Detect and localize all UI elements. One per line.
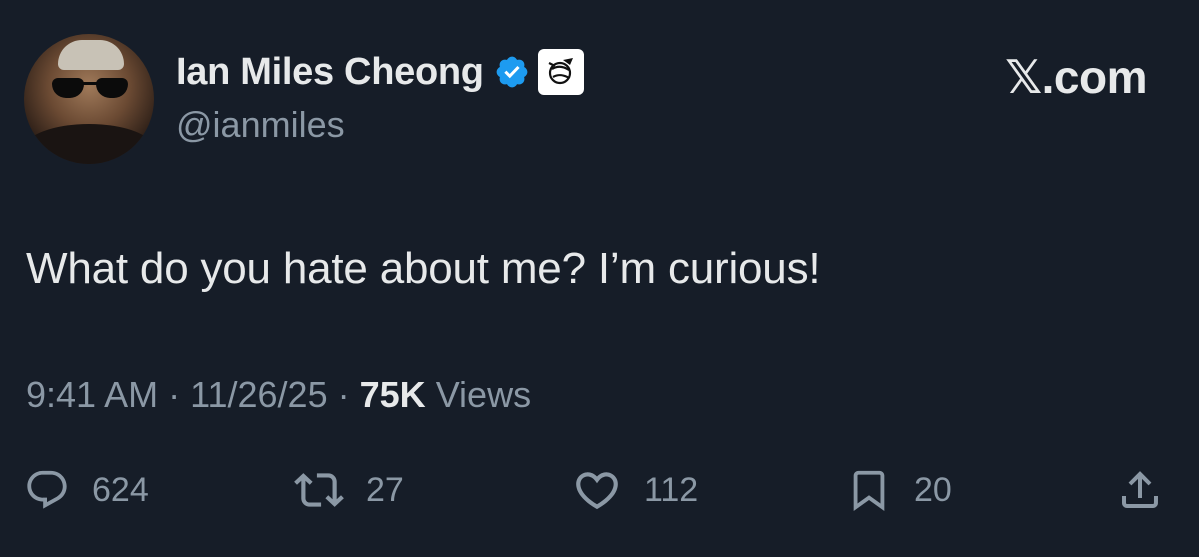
post-card: Ian Miles Cheong @ianmiles 𝕏.com What do… xyxy=(0,0,1199,557)
repost-icon xyxy=(294,473,344,507)
post-text: What do you hate about me? I’m curious! xyxy=(26,244,821,293)
author-display-name[interactable]: Ian Miles Cheong xyxy=(176,51,484,94)
share-button[interactable] xyxy=(1116,462,1164,518)
reply-count: 624 xyxy=(92,470,149,509)
views-label: Views xyxy=(435,374,532,415)
like-button[interactable]: 112 xyxy=(572,462,698,518)
verified-badge-icon[interactable] xyxy=(494,54,530,90)
repost-count: 27 xyxy=(366,470,404,509)
action-bar: 624 27 112 20 xyxy=(0,462,1199,518)
meta-separator: · xyxy=(168,374,181,415)
bookmark-count: 20 xyxy=(914,470,952,509)
x-logo[interactable]: 𝕏.com xyxy=(1005,50,1147,104)
reply-button[interactable]: 624 xyxy=(24,462,149,518)
like-count: 112 xyxy=(644,470,699,509)
meta-separator: · xyxy=(337,374,350,415)
author-handle[interactable]: @ianmiles xyxy=(176,104,345,146)
author-name-row: Ian Miles Cheong xyxy=(176,48,584,96)
post-time[interactable]: 9:41 AM xyxy=(26,374,158,415)
heart-icon xyxy=(576,472,618,510)
bookmark-icon xyxy=(853,470,885,511)
post-date[interactable]: 11/26/25 xyxy=(190,374,327,415)
bookmark-button[interactable]: 20 xyxy=(846,462,952,518)
affiliate-badge-icon[interactable] xyxy=(537,49,584,95)
post-meta: 9:41 AM · 11/26/25 · 75K Views xyxy=(26,374,531,416)
views-count[interactable]: 75K xyxy=(360,374,426,415)
avatar-sunglasses xyxy=(52,78,128,100)
reply-icon xyxy=(27,470,67,509)
repost-button[interactable]: 27 xyxy=(294,462,404,518)
share-icon xyxy=(1122,471,1158,508)
avatar-hair xyxy=(58,40,124,70)
avatar-jacket xyxy=(24,124,154,164)
avatar[interactable] xyxy=(24,34,154,164)
